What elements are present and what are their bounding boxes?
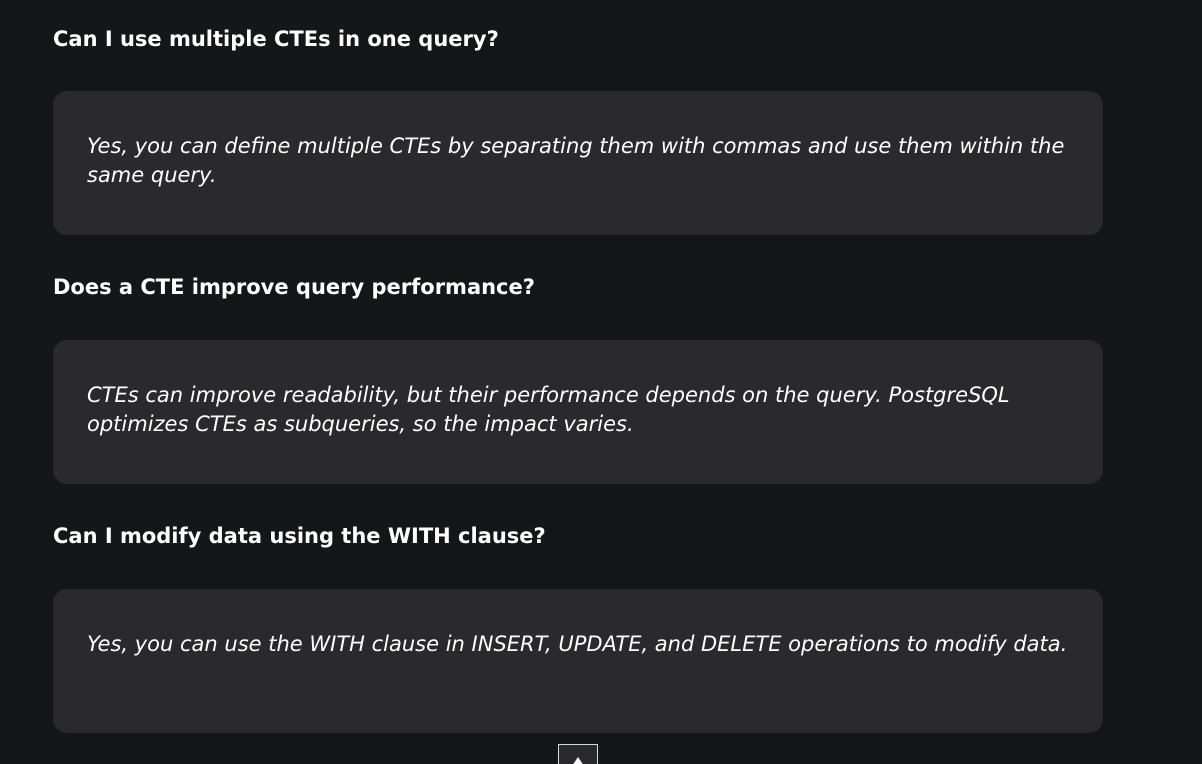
- arrow-up-icon: [572, 757, 584, 764]
- faq-question: Does a CTE improve query performance?: [53, 275, 535, 299]
- faq-answer: Yes, you can define multiple CTEs by sep…: [87, 134, 1065, 187]
- scroll-to-top-button[interactable]: [558, 744, 598, 764]
- faq-answer: CTEs can improve readability, but their …: [87, 383, 1010, 436]
- faq-answer: Yes, you can use the WITH clause in INSE…: [87, 632, 1068, 656]
- faq-question: Can I use multiple CTEs in one query?: [53, 27, 499, 51]
- faq-answer-card: Yes, you can define multiple CTEs by sep…: [53, 91, 1103, 235]
- faq-answer-card: Yes, you can use the WITH clause in INSE…: [53, 589, 1103, 733]
- faq-answer-card: CTEs can improve readability, but their …: [53, 340, 1103, 484]
- faq-question: Can I modify data using the WITH clause?: [53, 524, 546, 548]
